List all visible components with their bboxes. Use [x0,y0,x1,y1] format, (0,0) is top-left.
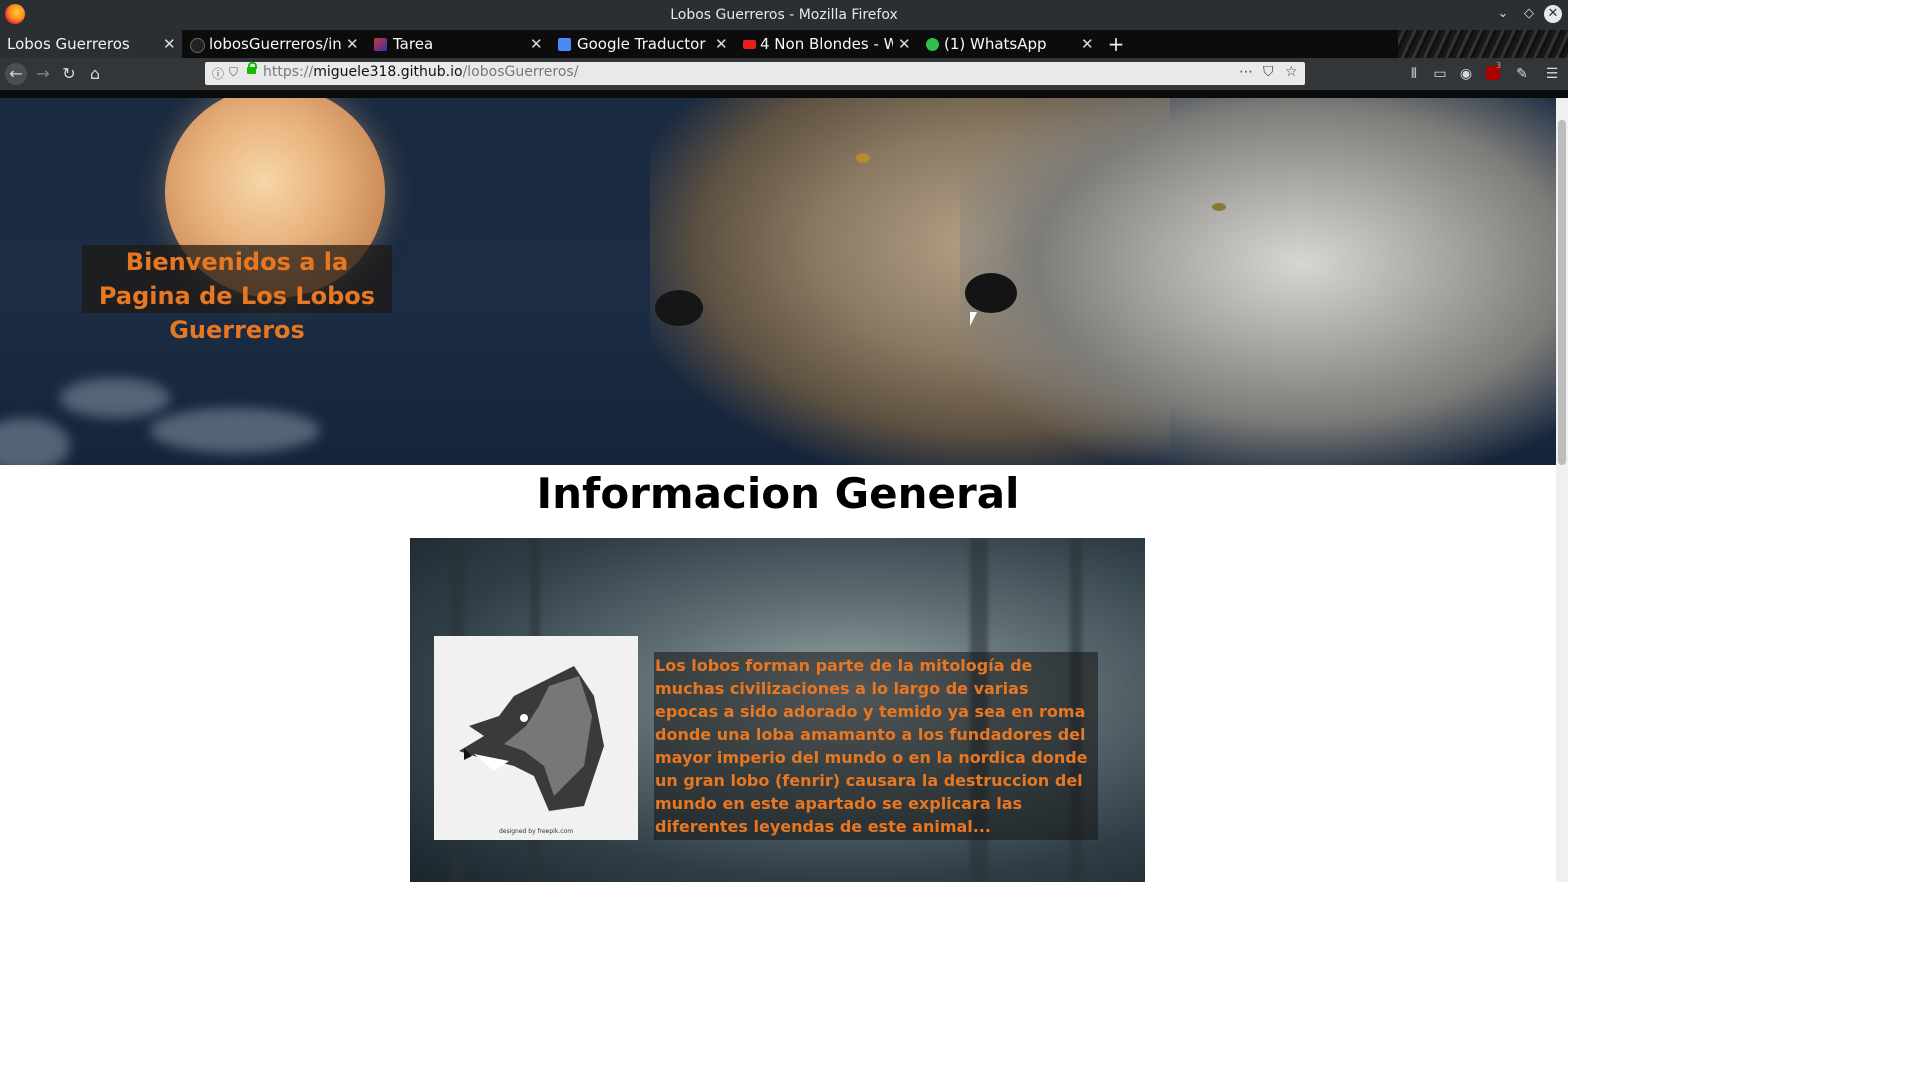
mouse-cursor [970,312,984,326]
web-page: Bienvenidos a la Pagina de Los Lobos Gue… [0,98,1556,882]
close-tab-icon[interactable]: ✕ [715,30,728,58]
minimize-button[interactable]: ⌄ [1494,5,1512,23]
close-window-button[interactable]: ✕ [1544,5,1562,23]
hero-banner: Bienvenidos a la Pagina de Los Lobos Gue… [0,98,1556,465]
account-icon[interactable]: ◉ [1456,64,1476,84]
maximize-button[interactable]: ◇ [1520,5,1538,23]
wolf-image-grey [960,98,1556,465]
tab-tarea[interactable]: Tarea ✕ [368,30,548,58]
tab-label: lobosGuerreros/ind [209,35,341,53]
cloud-image [150,408,320,453]
url-scheme: https:// [263,64,314,80]
url-path: /lobosGuerreros/ [462,64,579,80]
wolf-head-icon [459,666,604,811]
forward-button[interactable]: → [32,63,54,85]
new-tab-button[interactable]: + [1106,30,1126,58]
tab-google-traductor[interactable]: Google Traductor ✕ [552,30,732,58]
home-button[interactable]: ⌂ [84,63,106,85]
info-paragraph: Los lobos forman parte de la mitología d… [654,652,1098,840]
ublock-badge: 3 [1496,61,1502,70]
toolbar-divider [0,90,1568,98]
menu-icon[interactable]: ☰ [1542,64,1562,84]
window-title: Lobos Guerreros - Mozilla Firefox [670,7,898,23]
tab-whatsapp[interactable]: (1) WhatsApp ✕ [920,30,1102,58]
tab-label: Tarea [393,35,434,53]
tab-label: (1) WhatsApp [944,35,1047,53]
close-tab-icon[interactable]: ✕ [1081,30,1094,58]
tab-github[interactable]: lobosGuerreros/ind ✕ [184,30,364,58]
tab-label: Google Traductor [577,35,706,53]
close-tab-icon[interactable]: ✕ [163,30,176,58]
site-info-icon[interactable]: ⓘ [212,65,224,82]
welcome-heading: Bienvenidos a la Pagina de Los Lobos Gue… [82,245,392,344]
cloud-image [0,418,70,465]
wolf-nose [965,273,1017,313]
wolf-eye [1212,203,1226,211]
pocket-icon[interactable]: ⛉ [1263,64,1274,80]
close-tab-icon[interactable]: ✕ [898,30,911,58]
url-host: miguele318.github.io [313,64,463,80]
tab-label: Lobos Guerreros [7,35,130,53]
page-actions-icon[interactable]: ⋯ [1239,64,1253,80]
close-tab-icon[interactable]: ✕ [346,30,359,58]
close-tab-icon[interactable]: ✕ [530,30,543,58]
secure-lock-icon [247,62,257,74]
url-text[interactable]: https://miguele318.github.io/lobosGuerre… [263,64,578,80]
tab-youtube[interactable]: 4 Non Blondes - Wh ✕ [738,30,916,58]
window-titlebar: Lobos Guerreros - Mozilla Firefox ⌄ ◇ ✕ [0,0,1568,30]
wolf-eye [856,153,870,163]
library-icon[interactable]: ⫴ [1404,64,1424,84]
github-icon [190,38,205,53]
image-credit: designed by freepik.com [498,828,574,835]
page-scrollbar[interactable] [1556,98,1568,882]
tab-label: 4 Non Blondes - Wh [760,35,893,53]
tab-lobos-guerreros[interactable]: Lobos Guerreros ✕ [0,30,182,58]
youtube-icon [743,40,756,49]
whatsapp-icon [926,38,939,51]
tracking-protection-icon[interactable]: ⛉ [229,65,238,80]
info-panel: designed by freepik.com Los lobos forman… [410,538,1145,882]
google-translate-icon [558,38,571,51]
extension-icon[interactable]: ✎ [1512,64,1532,84]
reload-button[interactable]: ↻ [58,63,80,85]
section-title: Informacion General [536,469,1020,518]
scrollbar-thumb[interactable] [1558,120,1566,465]
tab-strip: Lobos Guerreros ✕ lobosGuerreros/ind ✕ T… [0,30,1568,92]
bookmark-star-icon[interactable]: ☆ [1285,64,1298,80]
tarea-icon [374,38,387,51]
cloud-image [60,378,170,418]
wolf-nose [655,290,703,326]
sidebar-icon[interactable]: ▭ [1430,64,1450,84]
back-button[interactable]: ← [5,63,27,85]
wolf-illustration: designed by freepik.com [434,636,638,840]
url-bar[interactable]: ⓘ ⛉ https://miguele318.github.io/lobosGu… [205,62,1305,85]
